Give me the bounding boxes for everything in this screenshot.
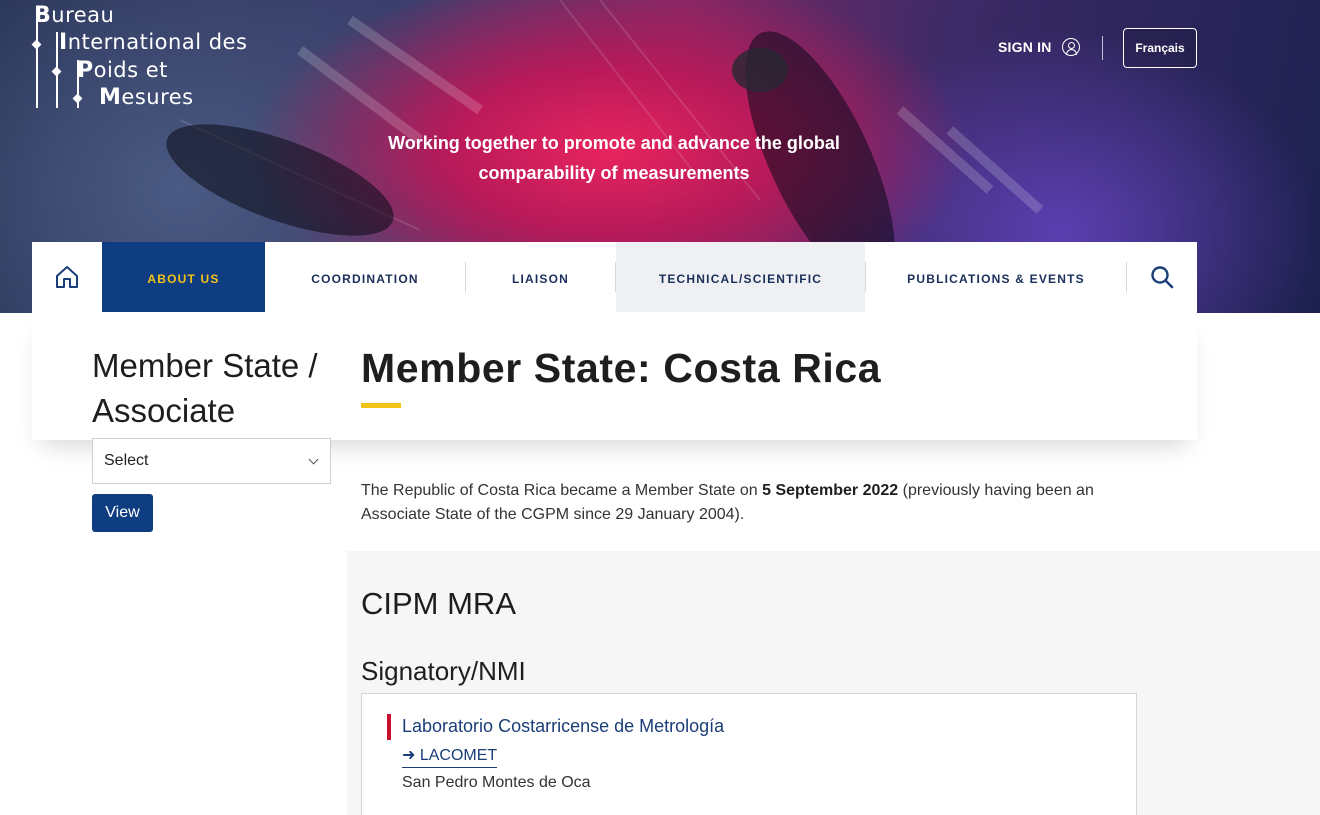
sidebar-title: Member State / Associate bbox=[92, 347, 318, 429]
main-navigation: ABOUT US COORDINATION LIAISON TECHNICAL/… bbox=[32, 242, 1197, 312]
nav-technical-scientific[interactable]: TECHNICAL/SCIENTIFIC bbox=[616, 242, 865, 312]
membership-date: 5 September 2022 bbox=[762, 482, 899, 499]
intro-paragraph: The Republic of Costa Rica became a Memb… bbox=[361, 482, 1094, 523]
bipm-logo[interactable]: Bureau International des Poids et Mesure… bbox=[31, 4, 272, 109]
signatory-location: San Pedro Montes de Oca bbox=[402, 774, 591, 791]
hero-tagline: Working together to promote and advance … bbox=[388, 133, 840, 183]
nav-publications-events[interactable]: PUBLICATIONS & EVENTS bbox=[866, 242, 1126, 312]
signatory-name: Laboratorio Costarricense de Metrología bbox=[402, 716, 725, 736]
sign-in-link[interactable]: SIGN IN bbox=[998, 38, 1080, 56]
search-icon bbox=[1151, 266, 1174, 289]
nav-coordination[interactable]: COORDINATION bbox=[265, 242, 465, 312]
subsection-title: Signatory/NMI bbox=[361, 656, 526, 686]
language-button[interactable]: Français bbox=[1123, 28, 1197, 68]
card-accent bbox=[387, 714, 391, 740]
chevron-down-icon bbox=[308, 454, 319, 465]
search-button[interactable] bbox=[1127, 242, 1197, 312]
nav-liaison[interactable]: LIAISON bbox=[466, 242, 615, 312]
page-title: Member State: Costa Rica bbox=[361, 345, 882, 391]
sign-in-label: SIGN IN bbox=[998, 39, 1052, 55]
section-title: CIPM MRA bbox=[361, 586, 516, 621]
lacomet-link[interactable]: ➜ LACOMET bbox=[402, 745, 498, 768]
select-value: Select bbox=[104, 452, 149, 469]
nav-about-us[interactable]: ABOUT US bbox=[102, 242, 265, 312]
home-button[interactable] bbox=[32, 242, 102, 312]
title-underline bbox=[361, 403, 401, 408]
member-state-select[interactable]: Select bbox=[92, 438, 331, 484]
view-button[interactable]: View bbox=[92, 494, 153, 532]
header-divider bbox=[1102, 36, 1103, 60]
signatory-card: Laboratorio Costarricense de Metrología … bbox=[361, 693, 1137, 815]
home-icon bbox=[56, 266, 78, 288]
user-icon bbox=[1061, 38, 1080, 56]
